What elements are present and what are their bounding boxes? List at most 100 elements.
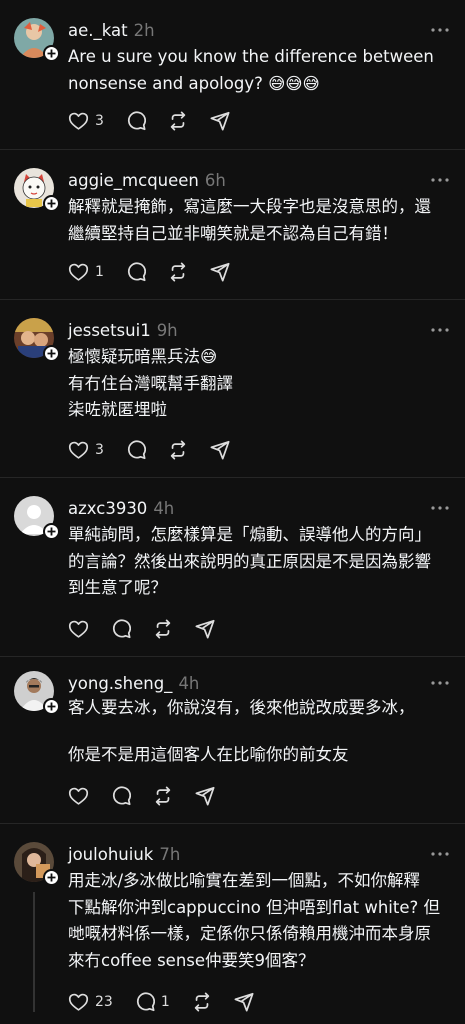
post-text: 客人要去冰，你說沒有，後來他說改成要多冰， 你是不是用這個客人在比喻你的前女友 (68, 698, 415, 764)
follow-plus-icon[interactable] (43, 698, 60, 715)
username[interactable]: joulohuiuk (68, 845, 153, 864)
post-header: ae._kat 2h (68, 18, 451, 42)
send-icon (210, 262, 230, 282)
repost-button[interactable] (153, 786, 173, 806)
send-icon (210, 111, 230, 131)
timestamp: 6h (204, 170, 226, 190)
post: azxc3930 4h 單純詢問，怎麼樣算是「煽動、誤導他人的方向」 的言論？然… (0, 478, 465, 657)
post-header: jessetsui1 9h (68, 318, 451, 342)
action-bar (68, 786, 237, 806)
username[interactable]: yong.sheng_ (68, 674, 172, 693)
heart-icon (68, 441, 89, 459)
share-button[interactable] (234, 992, 254, 1012)
like-count: 3 (95, 442, 104, 458)
send-icon (234, 992, 254, 1012)
username[interactable]: azxc3930 (68, 499, 147, 518)
reply-button[interactable] (126, 262, 146, 282)
timestamp: 4h (178, 673, 200, 693)
like-button[interactable]: 3 (68, 440, 104, 460)
repost-icon (170, 111, 186, 131)
repost-icon (170, 440, 186, 460)
like-count: 3 (95, 113, 104, 129)
follow-plus-icon[interactable] (43, 45, 60, 62)
username[interactable]: ae._kat (68, 21, 128, 40)
action-bar: 1 (68, 262, 252, 282)
comment-icon (127, 262, 146, 282)
post: yong.sheng_ 4h 客人要去冰，你說沒有，後來他說改成要多冰， 你是不… (0, 657, 465, 824)
like-button[interactable] (68, 786, 89, 806)
avatar[interactable] (14, 318, 60, 362)
more-icon[interactable] (429, 844, 451, 864)
like-button[interactable] (68, 619, 89, 639)
share-button[interactable] (210, 262, 230, 282)
post-header: azxc3930 4h (68, 496, 451, 520)
more-icon[interactable] (429, 20, 451, 40)
like-count: 1 (95, 264, 104, 280)
more-icon[interactable] (429, 170, 451, 190)
timestamp: 2h (133, 20, 155, 40)
repost-button[interactable] (168, 262, 188, 282)
repost-button[interactable] (168, 440, 188, 460)
timestamp: 7h (159, 844, 181, 864)
send-icon (210, 440, 230, 460)
share-button[interactable] (210, 440, 230, 460)
post: aggie_mcqueen 6h 解釋就是掩飾，寫這麼一大段字也是沒意思的，還 … (0, 150, 465, 300)
timestamp: 9h (156, 320, 178, 340)
like-count: 23 (95, 994, 113, 1010)
comment-icon (136, 992, 155, 1012)
reply-button[interactable] (111, 786, 131, 806)
repost-button[interactable] (153, 619, 173, 639)
action-bar: 23 1 (68, 992, 276, 1012)
username[interactable]: aggie_mcqueen (68, 171, 199, 190)
repost-icon (170, 262, 186, 282)
more-icon[interactable] (429, 320, 451, 340)
avatar[interactable] (14, 671, 60, 715)
repost-icon (194, 992, 209, 1012)
post: jessetsui1 9h 極懷疑玩暗黑兵法😅 有冇住台灣嘅幫手翻譯 柒咗就匿埋… (0, 300, 465, 478)
action-bar (68, 619, 237, 639)
timestamp: 4h (153, 498, 175, 518)
reply-button[interactable] (126, 440, 146, 460)
follow-plus-icon[interactable] (43, 523, 60, 540)
like-button[interactable]: 23 (68, 992, 113, 1012)
heart-icon (68, 112, 89, 130)
username[interactable]: jessetsui1 (68, 321, 151, 340)
avatar[interactable] (14, 168, 60, 212)
post-text: Are u sure you know the difference betwe… (68, 47, 434, 93)
send-icon (195, 619, 215, 639)
repost-button[interactable] (168, 111, 188, 131)
post-text: 極懷疑玩暗黑兵法😅 有冇住台灣嘅幫手翻譯 柒咗就匿埋啦 (68, 347, 233, 419)
reply-button[interactable] (111, 619, 131, 639)
action-bar: 3 (68, 111, 252, 131)
reply-button[interactable]: 1 (135, 992, 170, 1012)
heart-icon (68, 620, 89, 638)
post-text: 用走冰/多冰做比喻實在差到一個點，不如你解釋 下點解你沖到cappuccino … (68, 871, 440, 970)
post-text: 單純詢問，怎麼樣算是「煽動、誤導他人的方向」 的言論？然後出來說明的真正原因是不… (68, 525, 431, 597)
avatar[interactable] (14, 18, 60, 62)
action-bar: 3 (68, 440, 252, 460)
like-button[interactable]: 1 (68, 262, 104, 282)
comment-icon (112, 619, 131, 639)
avatar[interactable] (14, 842, 60, 886)
follow-plus-icon[interactable] (43, 195, 60, 212)
share-button[interactable] (195, 786, 215, 806)
share-button[interactable] (210, 111, 230, 131)
repost-icon (155, 786, 171, 806)
like-button[interactable]: 3 (68, 111, 104, 131)
post-header: aggie_mcqueen 6h (68, 168, 451, 192)
follow-plus-icon[interactable] (43, 869, 60, 886)
comment-icon (112, 786, 131, 806)
repost-icon (155, 619, 171, 639)
repost-button[interactable] (192, 992, 212, 1012)
follow-plus-icon[interactable] (43, 345, 60, 362)
more-icon[interactable] (429, 498, 451, 518)
share-button[interactable] (195, 619, 215, 639)
comment-icon (127, 111, 146, 131)
comment-icon (127, 440, 146, 460)
avatar[interactable] (14, 496, 60, 540)
heart-icon (68, 993, 89, 1011)
more-icon[interactable] (429, 673, 451, 693)
heart-icon (68, 787, 89, 805)
post: joulohuiuk 7h 用走冰/多冰做比喻實在差到一個點，不如你解釋 下點解… (0, 824, 465, 1024)
reply-button[interactable] (126, 111, 146, 131)
